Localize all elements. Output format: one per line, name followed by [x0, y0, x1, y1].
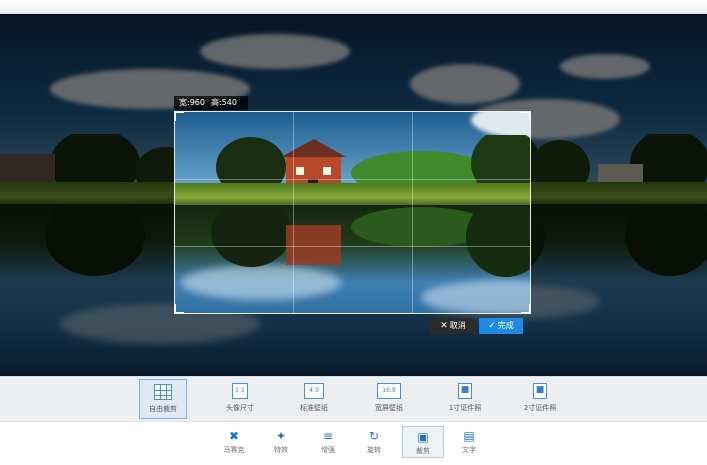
preset-label: 标准壁纸	[300, 404, 328, 412]
sliders-icon: ≡	[322, 429, 334, 443]
tool-rotate[interactable]: ↻ 旋转	[356, 426, 392, 458]
image-canvas[interactable]: 宽:960 高:540 ✕ 取消 ✓ 完成	[0, 14, 707, 376]
crop-width-text: 宽:960	[179, 98, 205, 107]
preset-avatar[interactable]: 1:1 头像尺寸	[216, 379, 264, 419]
crop-handle-bottom-right[interactable]	[521, 304, 530, 313]
tool-label: 裁剪	[416, 447, 430, 455]
tool-text[interactable]: ▤ 文字	[451, 426, 487, 458]
crop-box[interactable]	[174, 111, 531, 314]
preset-free-crop[interactable]: 自由裁剪	[139, 379, 187, 419]
close-icon: ✕	[440, 321, 448, 331]
crop-icon: ▣	[417, 430, 429, 444]
preset-label: 宽屏壁纸	[375, 404, 403, 412]
check-icon: ✓	[488, 321, 496, 331]
tool-effects[interactable]: ✦ 特效	[263, 426, 299, 458]
id-photo-1-icon: ■	[458, 383, 472, 399]
id-photo-2-icon: ■	[533, 383, 547, 399]
tool-label: 马赛克	[223, 446, 245, 454]
preset-label: 头像尺寸	[226, 404, 254, 412]
crop-height-text: 高:540	[210, 98, 237, 107]
magic-wand-icon: ✦	[275, 429, 287, 443]
top-bar	[0, 0, 707, 14]
tool-bar: ✖ 马赛克 ✦ 特效 ≡ 增强 ↻ 旋转 ▣ 裁剪 ▤ 文字	[0, 421, 707, 465]
crop-preset-bar: 自由裁剪 1:1 头像尺寸 4:3 标准壁纸 16:9 宽屏壁纸 ■ 1寸证件照…	[0, 376, 707, 421]
preset-widescreen-wallpaper[interactable]: 16:9 宽屏壁纸	[365, 379, 413, 419]
ratio-1-1-icon: 1:1	[232, 383, 248, 399]
photo-editor: 宽:960 高:540 ✕ 取消 ✓ 完成 自由裁剪 1:1 头像尺寸 4:3 标准壁…	[0, 0, 707, 465]
tool-crop[interactable]: ▣ 裁剪	[402, 426, 444, 458]
tool-label: 增强	[321, 446, 335, 454]
tool-label: 特效	[274, 446, 288, 454]
preset-1-inch-photo[interactable]: ■ 1寸证件照	[441, 379, 489, 419]
preset-standard-wallpaper[interactable]: 4:3 标准壁纸	[290, 379, 338, 419]
free-crop-grid-icon	[154, 384, 172, 400]
done-button[interactable]: ✓ 完成	[479, 318, 523, 334]
crop-handle-top-left[interactable]	[175, 112, 184, 121]
text-icon: ▤	[463, 429, 475, 443]
tool-label: 旋转	[367, 446, 381, 454]
cancel-label: 取消	[449, 321, 466, 330]
preset-label: 自由裁剪	[149, 405, 177, 413]
crop-preview	[175, 112, 530, 313]
preset-2-inch-photo[interactable]: ■ 2寸证件照	[516, 379, 564, 419]
tool-mosaic[interactable]: ✖ 马赛克	[216, 426, 252, 458]
preset-label: 1寸证件照	[448, 404, 482, 412]
tool-label: 文字	[462, 446, 476, 454]
rotate-icon: ↻	[368, 429, 380, 443]
crop-handle-top-right[interactable]	[521, 112, 530, 121]
ratio-16-9-icon: 16:9	[377, 383, 401, 399]
crop-handle-bottom-left[interactable]	[175, 304, 184, 313]
crop-size-label: 宽:960 高:540	[174, 96, 248, 110]
preset-label: 2寸证件照	[523, 404, 557, 412]
cancel-button[interactable]: ✕ 取消	[430, 318, 476, 334]
ratio-4-3-icon: 4:3	[304, 383, 324, 399]
done-label: 完成	[497, 321, 514, 330]
tool-enhance[interactable]: ≡ 增强	[310, 426, 346, 458]
mosaic-icon: ✖	[228, 429, 240, 443]
